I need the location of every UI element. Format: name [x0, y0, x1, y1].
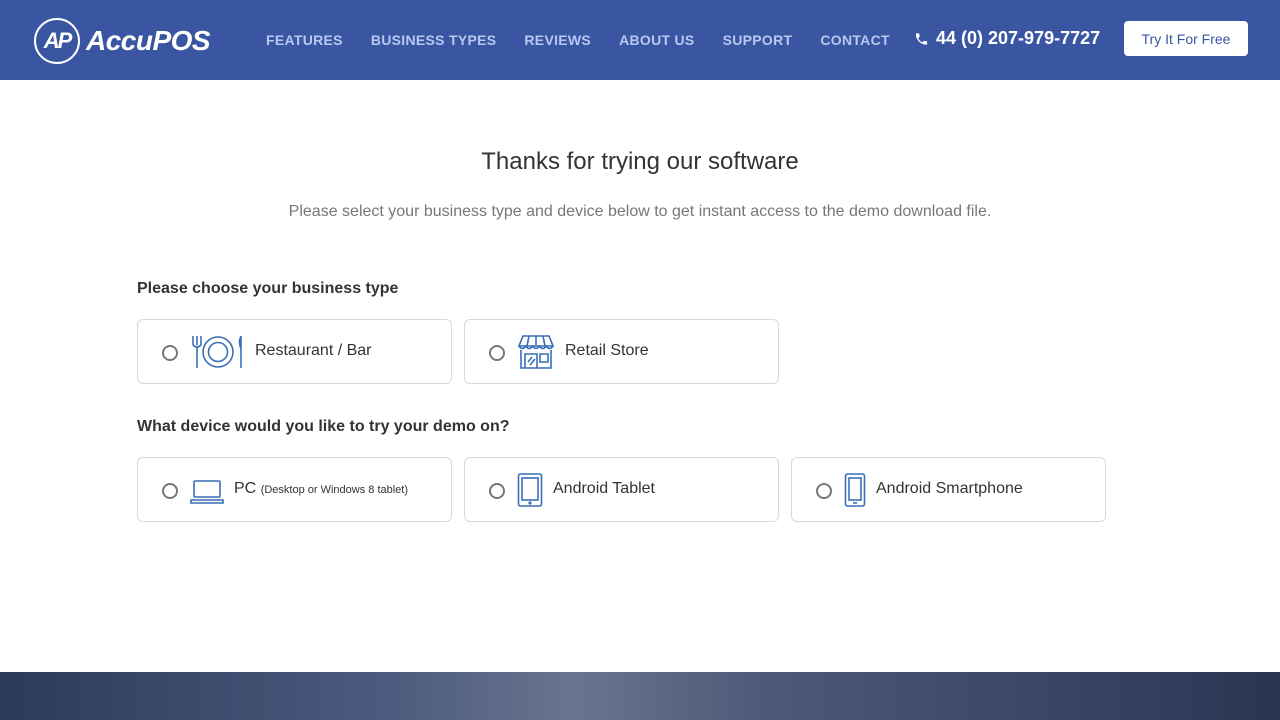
- page-title: Thanks for trying our software: [481, 148, 799, 175]
- nav-about-us[interactable]: ABOUT US: [619, 32, 695, 48]
- option-note: (Desktop or Windows 8 tablet): [260, 484, 409, 496]
- option-pc[interactable]: PC (Desktop or Windows 8 tablet): [137, 457, 452, 522]
- option-android-tablet[interactable]: Android Tablet: [464, 457, 779, 522]
- logo-text: AccuPOS: [86, 25, 211, 56]
- option-label: Restaurant / Bar: [255, 342, 372, 359]
- phone-number: 44 (0) 207-979-7727: [936, 28, 1101, 48]
- radio-android-smartphone[interactable]: [816, 483, 832, 499]
- phone-icon: [915, 32, 928, 45]
- radio-pc[interactable]: [162, 483, 178, 499]
- radio-android-tablet[interactable]: [489, 483, 505, 499]
- smartphone-icon: [844, 472, 866, 508]
- main-nav: FEATURES BUSINESS TYPES REVIEWS ABOUT US…: [266, 0, 918, 80]
- radio-retail-store[interactable]: [489, 345, 505, 361]
- option-label: Android Tablet: [553, 480, 655, 497]
- nav-features[interactable]: FEATURES: [266, 32, 343, 48]
- nav-support[interactable]: SUPPORT: [723, 32, 793, 48]
- fork-plate-knife-icon: [190, 334, 246, 370]
- option-android-smartphone[interactable]: Android Smartphone: [791, 457, 1106, 522]
- option-label: Android Smartphone: [876, 480, 1023, 497]
- option-retail-store[interactable]: Retail Store: [464, 319, 779, 384]
- footer-hero-image: [0, 672, 1280, 720]
- logo-badge: AP: [34, 18, 80, 64]
- nav-contact[interactable]: CONTACT: [820, 32, 890, 48]
- option-label: Retail Store: [565, 342, 649, 359]
- nav-business-types[interactable]: BUSINESS TYPES: [371, 32, 497, 48]
- page-subtitle: Please select your business type and dev…: [288, 203, 992, 220]
- storefront-icon: [517, 334, 555, 370]
- try-it-free-button[interactable]: Try It For Free: [1124, 21, 1248, 56]
- tablet-icon: [517, 472, 543, 508]
- laptop-icon: [190, 472, 224, 508]
- nav-reviews[interactable]: REVIEWS: [524, 32, 591, 48]
- phone-link[interactable]: 44 (0) 207-979-7727: [914, 28, 1100, 49]
- device-label: What device would you like to try your d…: [137, 418, 510, 435]
- accupos-logo[interactable]: AP AccuPOS: [34, 18, 211, 64]
- option-restaurant-bar[interactable]: Restaurant / Bar: [137, 319, 452, 384]
- site-header: AP AccuPOS FEATURES BUSINESS TYPES REVIE…: [0, 0, 1280, 80]
- radio-restaurant-bar[interactable]: [162, 345, 178, 361]
- business-type-label: Please choose your business type: [137, 280, 399, 297]
- option-label: PC: [234, 480, 257, 497]
